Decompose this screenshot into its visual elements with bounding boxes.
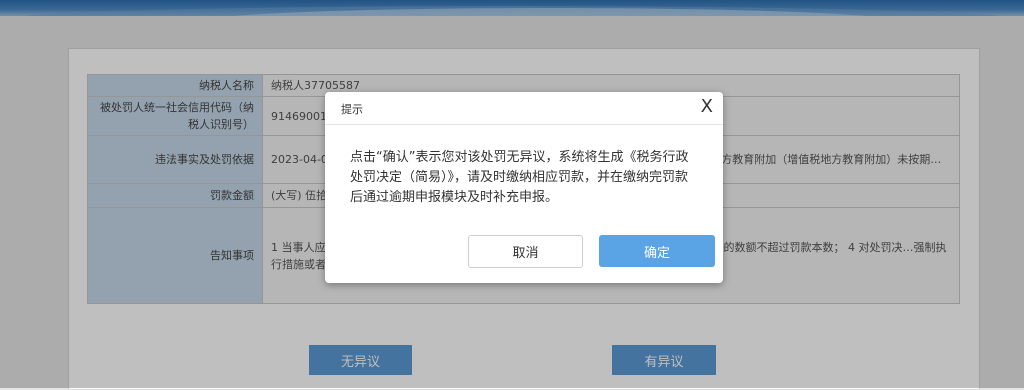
dialog-header: 提示 X: [325, 92, 723, 125]
close-icon[interactable]: X: [701, 96, 713, 117]
dialog-message: 点击“确认”表示您对该处罚无异议，系统将生成《税务行政处罚决定（简易）》，请及时…: [350, 150, 689, 205]
dialog-title: 提示: [341, 103, 363, 116]
confirm-dialog: 提示 X 点击“确认”表示您对该处罚无异议，系统将生成《税务行政处罚决定（简易）…: [325, 92, 723, 283]
confirm-button[interactable]: 确定: [599, 235, 715, 267]
cancel-button[interactable]: 取消: [468, 235, 583, 268]
